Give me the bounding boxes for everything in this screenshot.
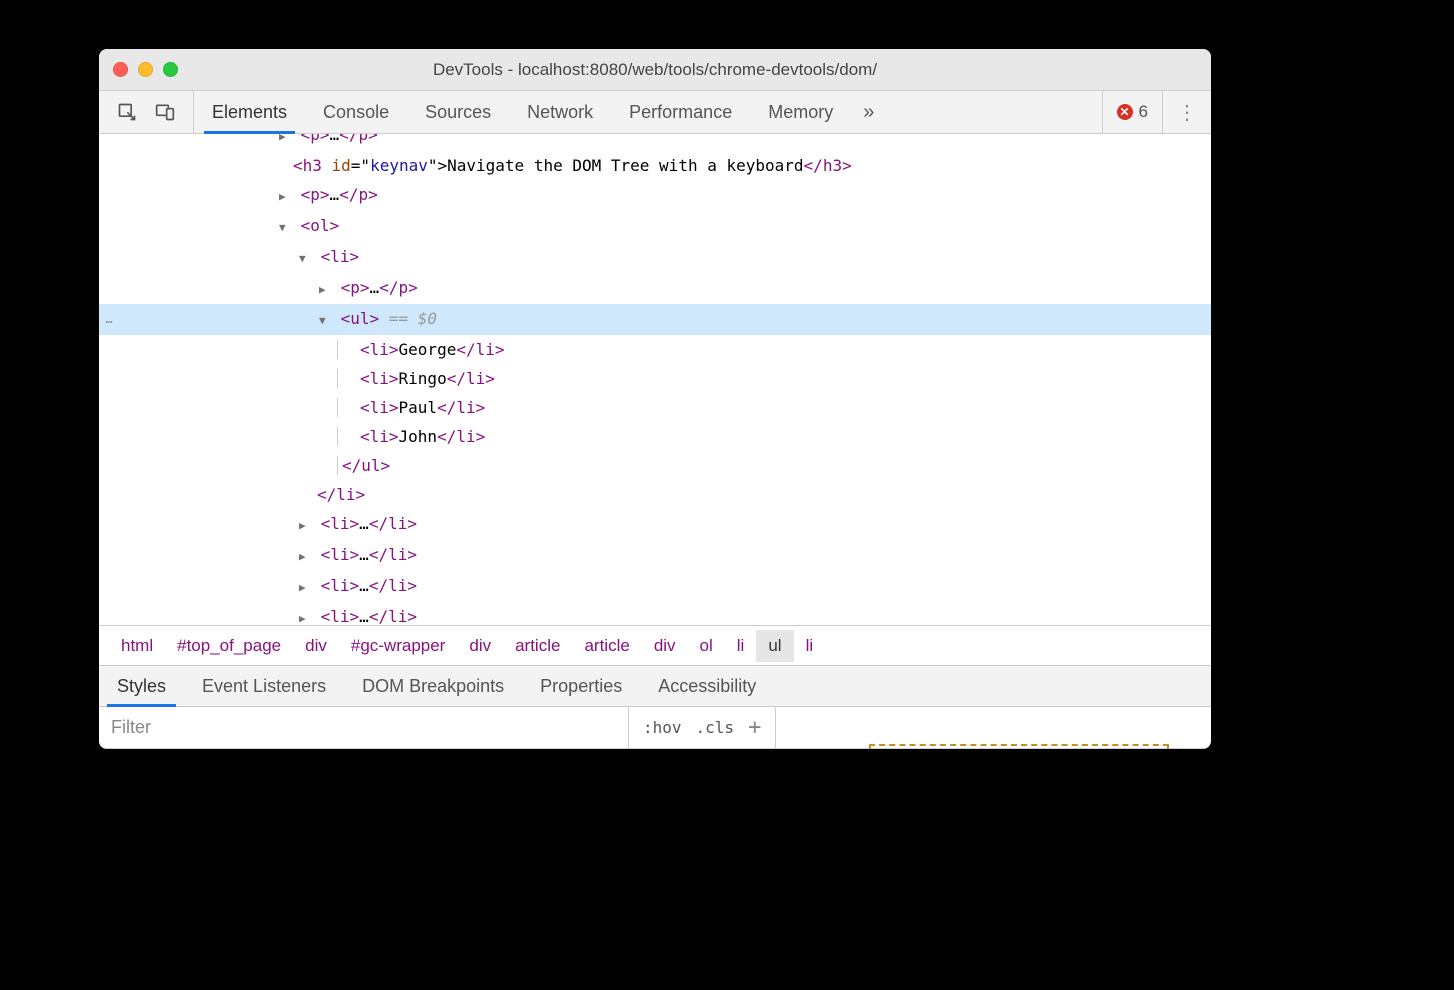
window-title: DevTools - localhost:8080/web/tools/chro… <box>99 60 1211 80</box>
crumb-html[interactable]: html <box>109 630 165 662</box>
crumb-li[interactable]: li <box>794 630 826 662</box>
dom-line[interactable]: ▼ <ol> <box>99 211 1211 242</box>
dom-tree[interactable]: ▶ <p>…</p> <h3 id="keynav">Navigate the … <box>99 134 1211 625</box>
dom-line[interactable]: ▼ <li> <box>99 242 1211 273</box>
dom-line[interactable]: ▶ <p>…</p> <box>99 134 1211 151</box>
styles-preview-area <box>776 707 1211 748</box>
settings-menu-button[interactable]: ⋮ <box>1162 91 1211 133</box>
dom-line[interactable]: <li>Ringo</li> <box>99 364 1211 393</box>
dom-line[interactable]: ▶ <p>…</p> <box>99 273 1211 304</box>
crumb-article[interactable]: article <box>572 630 641 662</box>
dom-breadcrumb: html #top_of_page div #gc-wrapper div ar… <box>99 625 1211 665</box>
devtools-toolbar: Elements Console Sources Network Perform… <box>99 91 1211 134</box>
error-indicator[interactable]: ✕ 6 <box>1102 91 1162 133</box>
tab-elements[interactable]: Elements <box>194 91 305 133</box>
styles-subtabs: Styles Event Listeners DOM Breakpoints P… <box>99 665 1211 707</box>
error-icon: ✕ <box>1117 104 1133 120</box>
dom-line[interactable]: ▶ <li>…</li> <box>99 509 1211 540</box>
subtab-styles[interactable]: Styles <box>99 666 184 706</box>
error-count: 6 <box>1139 102 1148 122</box>
subtab-accessibility[interactable]: Accessibility <box>640 666 774 706</box>
hov-toggle-button[interactable]: :hov <box>643 718 682 737</box>
device-toolbar-icon[interactable] <box>155 102 175 122</box>
tab-network[interactable]: Network <box>509 91 611 133</box>
styles-toolbar: :hov .cls + <box>99 707 1211 749</box>
crumb-div[interactable]: div <box>642 630 688 662</box>
box-model-margin-indicator <box>869 744 1169 749</box>
dom-line[interactable]: ▶ <li>…</li> <box>99 540 1211 571</box>
more-tabs-button[interactable]: » <box>851 101 886 124</box>
dom-line[interactable]: ▶ <li>…</li> <box>99 571 1211 602</box>
subtab-properties[interactable]: Properties <box>522 666 640 706</box>
inspect-element-icon[interactable] <box>117 102 137 122</box>
crumb-article[interactable]: article <box>503 630 572 662</box>
crumb-ol[interactable]: ol <box>688 630 725 662</box>
titlebar: DevTools - localhost:8080/web/tools/chro… <box>99 49 1211 91</box>
zoom-window-button[interactable] <box>163 62 178 77</box>
new-style-rule-button[interactable]: + <box>748 715 761 740</box>
styles-toggle-buttons: :hov .cls + <box>629 707 776 748</box>
cls-toggle-button[interactable]: .cls <box>696 718 735 737</box>
dom-line[interactable]: ▶ <li>…</li> <box>99 602 1211 625</box>
dom-line[interactable]: <li>George</li> <box>99 335 1211 364</box>
devtools-window: DevTools - localhost:8080/web/tools/chro… <box>99 49 1211 749</box>
crumb-gc-wrapper[interactable]: #gc-wrapper <box>339 630 458 662</box>
traffic-lights <box>113 62 178 77</box>
crumb-div[interactable]: div <box>293 630 339 662</box>
dom-line[interactable]: ▶ <p>…</p> <box>99 180 1211 211</box>
dom-line[interactable]: <h3 id="keynav">Navigate the DOM Tree wi… <box>99 151 1211 180</box>
minimize-window-button[interactable] <box>138 62 153 77</box>
dom-line-selected[interactable]: …▼ <ul> == $0 <box>99 304 1211 335</box>
close-window-button[interactable] <box>113 62 128 77</box>
gutter-ellipsis-icon[interactable]: … <box>99 304 119 335</box>
crumb-ul-selected[interactable]: ul <box>756 630 793 662</box>
crumb-div[interactable]: div <box>457 630 503 662</box>
dom-line[interactable]: </ul> <box>99 451 1211 480</box>
dom-line[interactable]: <li>John</li> <box>99 422 1211 451</box>
dom-line[interactable]: <li>Paul</li> <box>99 393 1211 422</box>
elements-panel: ▶ <p>…</p> <h3 id="keynav">Navigate the … <box>99 134 1211 625</box>
inspect-tools <box>99 91 194 133</box>
crumb-li[interactable]: li <box>725 630 757 662</box>
panel-tabs: Elements Console Sources Network Perform… <box>194 91 1102 133</box>
crumb-top-of-page[interactable]: #top_of_page <box>165 630 293 662</box>
tab-sources[interactable]: Sources <box>407 91 509 133</box>
tab-console[interactable]: Console <box>305 91 407 133</box>
styles-filter-input[interactable] <box>99 707 629 748</box>
dom-line[interactable]: </li> <box>99 480 1211 509</box>
tab-memory[interactable]: Memory <box>750 91 851 133</box>
subtab-dom-breakpoints[interactable]: DOM Breakpoints <box>344 666 522 706</box>
tab-performance[interactable]: Performance <box>611 91 750 133</box>
subtab-event-listeners[interactable]: Event Listeners <box>184 666 344 706</box>
